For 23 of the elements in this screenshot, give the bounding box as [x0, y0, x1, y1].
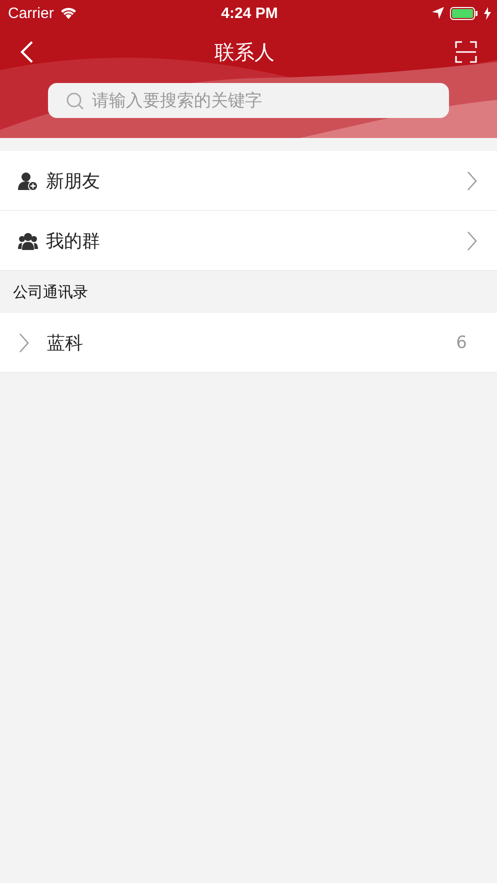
item-label: 我的群: [46, 230, 101, 252]
search-icon: [66, 92, 84, 110]
page-title: 联系人: [214, 38, 274, 66]
scan-icon[interactable]: [455, 41, 477, 63]
battery-icon: [450, 6, 478, 20]
carrier-label: Carrier: [8, 4, 54, 22]
location-arrow-icon: [432, 7, 444, 19]
wifi-icon: [60, 7, 77, 19]
clock-time: 4:24 PM: [221, 4, 278, 22]
charging-icon: [484, 6, 492, 20]
search-field[interactable]: 请输入要搜索的关键字: [48, 83, 449, 118]
person-add-icon: [18, 170, 38, 190]
chevron-right-icon: [467, 230, 477, 250]
member-count: 6: [456, 332, 467, 352]
list-item[interactable]: 我的群: [0, 211, 497, 271]
department-name: 蓝科: [47, 332, 84, 354]
section-title: 公司通讯录: [13, 282, 88, 302]
list-item[interactable]: 新朋友: [0, 151, 497, 211]
people-icon: [18, 230, 38, 250]
chevron-right-icon: [467, 170, 477, 190]
item-label: 新朋友: [46, 170, 101, 192]
back-icon[interactable]: [20, 40, 34, 64]
department-row[interactable]: 蓝科 6: [0, 313, 497, 373]
